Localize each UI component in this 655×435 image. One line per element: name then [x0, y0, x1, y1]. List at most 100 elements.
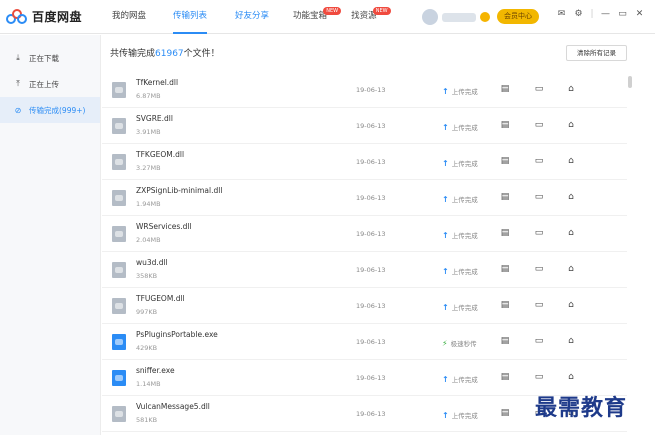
- file-name[interactable]: PsPluginsPortable.exe: [136, 330, 218, 339]
- user-profile[interactable]: [422, 9, 490, 25]
- file-row[interactable]: TFKGEOM.dll 3.27MB 19-06-13 ↑ 上传完成 ▤ ▭ ⌂: [102, 144, 627, 180]
- sidebar-item-downloading[interactable]: ⤓ 正在下载: [0, 45, 100, 71]
- file-name[interactable]: VulcanMessage5.dll: [136, 402, 210, 411]
- settings-icon[interactable]: ⚙: [573, 9, 584, 19]
- file-type-icon: [112, 406, 126, 422]
- file-name[interactable]: ZXPSignLib-minimal.dll: [136, 186, 222, 195]
- file-type-icon: [112, 154, 126, 170]
- file-details-icon[interactable]: ▤: [500, 336, 510, 346]
- file-date: 19-06-13: [356, 374, 386, 382]
- file-name[interactable]: sniffer.exe: [136, 366, 175, 375]
- file-details-icon[interactable]: ▤: [500, 228, 510, 238]
- upload-status: ⚡ 极速秒传: [442, 338, 477, 349]
- file-list: TfKernel.dll 6.87MB 19-06-13 ↑ 上传完成 ▤ ▭ …: [102, 72, 627, 432]
- upload-status-label: 上传完成: [451, 232, 478, 240]
- file-name[interactable]: SVGRE.dll: [136, 114, 173, 123]
- clear-record-icon[interactable]: ⌂: [566, 336, 576, 346]
- file-details-icon[interactable]: ▤: [500, 84, 510, 94]
- file-row[interactable]: TfKernel.dll 6.87MB 19-06-13 ↑ 上传完成 ▤ ▭ …: [102, 72, 627, 108]
- file-name[interactable]: TFKGEOM.dll: [136, 150, 184, 159]
- avatar[interactable]: [422, 9, 438, 25]
- clear-record-icon[interactable]: ⌂: [566, 228, 576, 238]
- tab-friend-share[interactable]: 好友分享: [235, 0, 269, 34]
- file-row[interactable]: WRServices.dll 2.04MB 19-06-13 ↑ 上传完成 ▤ …: [102, 216, 627, 252]
- upload-status-label: 上传完成: [451, 412, 478, 420]
- upload-arrow-icon: ↑: [442, 266, 449, 276]
- clear-record-icon[interactable]: ⌂: [566, 156, 576, 166]
- app-name: 百度网盘: [32, 10, 83, 24]
- transfer-summary: 共传输完成61967个文件！: [110, 49, 220, 59]
- open-folder-icon[interactable]: ▭: [534, 192, 544, 202]
- file-details-icon[interactable]: ▤: [500, 300, 510, 310]
- clear-record-icon[interactable]: ⌂: [566, 120, 576, 130]
- main-nav: 我的网盘 传输列表 好友分享 功能宝箱 NEW 找资源 NEW: [112, 0, 391, 34]
- upload-status: ↑ 上传完成: [442, 194, 478, 205]
- file-name[interactable]: WRServices.dll: [136, 222, 192, 231]
- file-details-icon[interactable]: ▤: [500, 408, 510, 418]
- open-folder-icon[interactable]: ▭: [534, 300, 544, 310]
- sidebar-item-label: 正在上传: [29, 79, 59, 89]
- upload-status: ↑ 上传完成: [442, 302, 478, 313]
- file-details-icon[interactable]: ▤: [500, 264, 510, 274]
- file-name[interactable]: wu3d.dll: [136, 258, 168, 267]
- file-size: 429KB: [136, 344, 158, 352]
- upload-status: ↑ 上传完成: [442, 122, 478, 133]
- file-row[interactable]: ZXPSignLib-minimal.dll 1.94MB 19-06-13 ↑…: [102, 180, 627, 216]
- open-folder-icon[interactable]: ▭: [534, 264, 544, 274]
- sidebar-item-uploading[interactable]: ⤒ 正在上传: [0, 71, 100, 97]
- open-folder-icon[interactable]: ▭: [534, 372, 544, 382]
- file-details-icon[interactable]: ▤: [500, 372, 510, 382]
- window-controls: ✉ ⚙ | — ▭ ✕: [556, 9, 645, 19]
- file-type-icon: [112, 334, 126, 350]
- minimize-icon[interactable]: —: [600, 9, 611, 19]
- sidebar: ⤓ 正在下载 ⤒ 正在上传 ⊘ 传输完成(999+): [0, 35, 101, 435]
- clear-record-icon[interactable]: ⌂: [566, 192, 576, 202]
- tab-find-resources[interactable]: 找资源 NEW: [351, 0, 391, 34]
- file-row[interactable]: PsPluginsPortable.exe 429KB 19-06-13 ⚡ 极…: [102, 324, 627, 360]
- file-date: 19-06-13: [356, 230, 386, 238]
- open-folder-icon[interactable]: ▭: [534, 156, 544, 166]
- file-size: 6.87MB: [136, 92, 161, 100]
- upload-status: ↑ 上传完成: [442, 230, 478, 241]
- file-type-icon: [112, 118, 126, 134]
- clear-record-icon[interactable]: ⌂: [566, 372, 576, 382]
- file-details-icon[interactable]: ▤: [500, 156, 510, 166]
- tab-my-drive[interactable]: 我的网盘: [112, 0, 146, 34]
- clear-record-icon[interactable]: ⌂: [566, 264, 576, 274]
- completed-count: 61967: [155, 49, 184, 59]
- file-date: 19-06-13: [356, 410, 386, 418]
- file-details-icon[interactable]: ▤: [500, 120, 510, 130]
- file-name[interactable]: TFUGEOM.dll: [136, 294, 185, 303]
- clear-all-records-button[interactable]: 清除所有记录: [566, 45, 627, 61]
- upload-arrow-icon: ↑: [442, 194, 449, 204]
- open-folder-icon[interactable]: ▭: [534, 84, 544, 94]
- file-details-icon[interactable]: ▤: [500, 192, 510, 202]
- close-icon[interactable]: ✕: [634, 9, 645, 19]
- open-folder-icon[interactable]: ▭: [534, 228, 544, 238]
- file-date: 19-06-13: [356, 338, 386, 346]
- file-row[interactable]: wu3d.dll 358KB 19-06-13 ↑ 上传完成 ▤ ▭ ⌂: [102, 252, 627, 288]
- open-folder-icon[interactable]: ▭: [534, 120, 544, 130]
- mail-icon[interactable]: ✉: [556, 9, 567, 19]
- app-logo[interactable]: 百度网盘: [6, 8, 82, 25]
- sidebar-item-label: 正在下载: [29, 53, 59, 63]
- open-folder-icon[interactable]: ▭: [534, 336, 544, 346]
- file-type-icon: [112, 262, 126, 278]
- file-row[interactable]: TFUGEOM.dll 997KB 19-06-13 ↑ 上传完成 ▤ ▭ ⌂: [102, 288, 627, 324]
- file-name[interactable]: TfKernel.dll: [136, 78, 178, 87]
- clear-record-icon[interactable]: ⌂: [566, 300, 576, 310]
- scrollbar[interactable]: [628, 76, 632, 88]
- tab-toolbox[interactable]: 功能宝箱 NEW: [293, 0, 342, 34]
- upload-arrow-icon: ↑: [442, 230, 449, 240]
- tab-transfer-list[interactable]: 传输列表: [173, 0, 208, 34]
- upload-status-label: 极速秒传: [450, 340, 477, 348]
- file-date: 19-06-13: [356, 122, 386, 130]
- clear-record-icon[interactable]: ⌂: [566, 84, 576, 94]
- upload-status-label: 上传完成: [451, 376, 478, 384]
- vip-center-button[interactable]: 会员中心: [497, 9, 539, 24]
- upload-arrow-icon: ↑: [442, 302, 449, 312]
- file-type-icon: [112, 370, 126, 386]
- sidebar-item-completed[interactable]: ⊘ 传输完成(999+): [0, 97, 100, 123]
- maximize-icon[interactable]: ▭: [617, 9, 628, 19]
- file-row[interactable]: SVGRE.dll 3.91MB 19-06-13 ↑ 上传完成 ▤ ▭ ⌂: [102, 108, 627, 144]
